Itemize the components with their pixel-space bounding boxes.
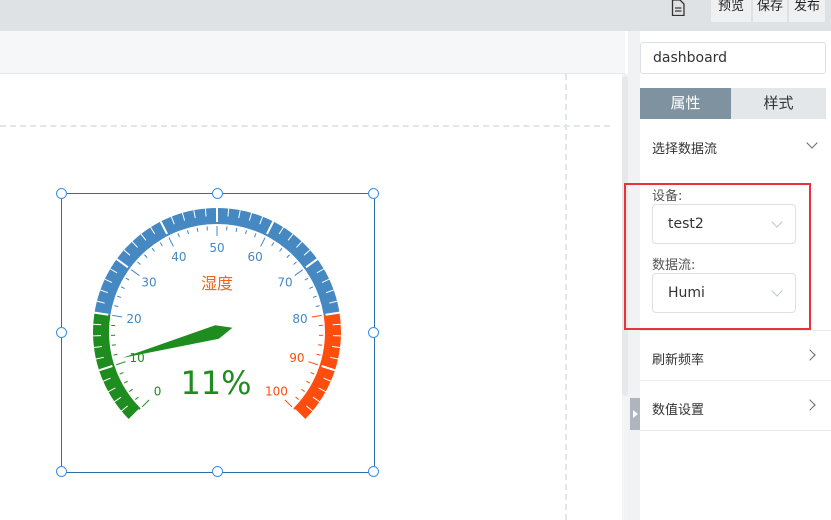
gauge-tick	[306, 380, 311, 384]
resize-handle-left[interactable]	[56, 327, 67, 338]
gauge-tick	[315, 305, 320, 308]
gauge-tick	[137, 261, 141, 265]
gauge-tick	[113, 353, 118, 356]
gauge-value: 11%	[180, 364, 251, 402]
top-toolbar	[0, 0, 831, 31]
horizontal-guide-line	[0, 125, 610, 127]
gauge-tick-label: 90	[289, 351, 304, 365]
gauge-tick-label: 60	[247, 250, 262, 264]
datastream-section-title[interactable]: 选择数据流	[652, 138, 717, 157]
gauge-tick	[144, 254, 148, 258]
gauge-tick	[309, 286, 314, 290]
gauge-tick	[151, 247, 155, 252]
gauge-tick	[279, 247, 283, 252]
gauge-tick	[125, 277, 130, 281]
gauge-tick	[196, 227, 199, 232]
gauge-tick	[260, 237, 266, 247]
gauge-tick	[308, 361, 318, 366]
gauge-tick	[111, 344, 116, 346]
gauge-tick	[123, 380, 128, 384]
section-divider	[640, 380, 831, 381]
gauge-tick	[141, 399, 150, 408]
gauge-title: 湿度	[201, 274, 233, 293]
gauge-tick	[316, 353, 321, 356]
resize-handle-top-left[interactable]	[56, 188, 67, 199]
preview-button[interactable]: 预览	[711, 0, 751, 22]
panel-collapse-toggle[interactable]	[630, 398, 640, 430]
gauge-tick-label: 0	[154, 384, 162, 398]
widget-name-input[interactable]	[640, 42, 826, 74]
resize-handle-top-right[interactable]	[368, 188, 379, 199]
gauge-band-mid	[94, 208, 340, 316]
gauge-tick	[301, 388, 305, 392]
section-divider	[640, 330, 831, 331]
resize-handle-bottom-left[interactable]	[56, 466, 67, 477]
gauge-tick-label: 30	[141, 276, 156, 290]
gauge-tick	[244, 230, 248, 235]
gauge-tick	[177, 233, 180, 238]
gauge-tick	[116, 361, 126, 366]
gauge-pointer	[122, 325, 233, 358]
resize-handle-right[interactable]	[368, 327, 379, 338]
gauge-tick-label: 80	[292, 312, 307, 326]
gauge-tick	[135, 396, 139, 400]
gauge-tick	[235, 227, 238, 232]
gauge-tick	[294, 269, 304, 276]
gauge-tick	[311, 314, 322, 318]
resize-handle-bottom[interactable]	[212, 466, 223, 477]
highlight-box	[624, 183, 811, 330]
editor-subbar	[0, 31, 625, 74]
refresh-rate-section-title[interactable]: 刷新频率	[652, 349, 704, 368]
gauge-tick	[304, 277, 309, 281]
gauge-band-tick	[332, 323, 341, 326]
tab-properties[interactable]: 属性	[640, 88, 731, 119]
gauge-tick	[114, 305, 119, 308]
document-icon[interactable]	[670, 0, 686, 16]
save-button[interactable]: 保存	[753, 0, 787, 22]
gauge-tick	[271, 242, 275, 247]
gauge-tick	[117, 295, 122, 298]
section-divider	[640, 430, 831, 431]
gauge-tick	[129, 388, 133, 392]
gauge-tick	[186, 230, 190, 235]
gauge-tick	[168, 237, 174, 247]
gauge-tick	[112, 314, 123, 318]
gauge-tick	[318, 344, 323, 346]
gauge-tick	[286, 254, 290, 258]
vertical-guide-line	[565, 74, 567, 520]
gauge-tick	[295, 396, 299, 400]
gauge-tick	[130, 269, 140, 276]
gauge-tick	[310, 372, 315, 375]
gauge-tick	[284, 399, 293, 408]
gauge-tick-label: 20	[126, 312, 141, 326]
gauge-tick	[312, 295, 317, 298]
gauge-tick	[120, 286, 125, 290]
gauge-tick-label: 100	[265, 384, 288, 398]
tab-style[interactable]: 样式	[731, 88, 826, 119]
value-settings-section-title[interactable]: 数值设置	[652, 399, 704, 418]
resize-handle-top[interactable]	[212, 188, 223, 199]
gauge-tick-label: 70	[277, 276, 292, 290]
gauge-tick	[119, 372, 124, 375]
gauge-tick-label: 40	[171, 250, 186, 264]
gauge-band-low	[93, 312, 141, 420]
gauge-tick-label: 50	[209, 241, 224, 255]
humidity-gauge[interactable]: 0102030405060708090100 湿度 11%	[61, 193, 373, 471]
publish-button[interactable]: 发布	[789, 0, 825, 22]
gauge-band-tick	[93, 323, 102, 326]
resize-handle-bottom-right[interactable]	[368, 466, 379, 477]
gauge-band-high	[293, 312, 341, 420]
gauge-tick	[293, 261, 297, 265]
gauge-tick	[159, 242, 163, 247]
gauge-tick	[254, 233, 257, 238]
